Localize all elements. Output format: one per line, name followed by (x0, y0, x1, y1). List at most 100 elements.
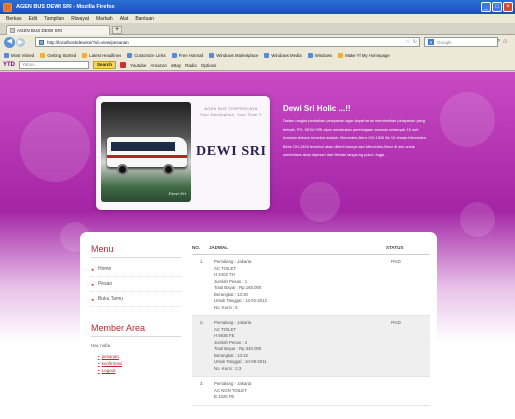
yahoo-search-button[interactable]: Search (93, 61, 117, 69)
bookmark-customize-links[interactable]: Customize Links (127, 52, 166, 58)
news-text: Dalam rangka perbaikan pelayanan agar da… (283, 118, 427, 157)
main-content: Menu ► Home ► Pesan ► Buku Tamu Member Area… (80, 232, 437, 419)
bookmark-windows-marketplace[interactable]: Windows Marketplace (209, 52, 258, 58)
toolbar-radio[interactable]: Radio (185, 63, 197, 68)
bookmark-icon (307, 52, 313, 58)
column-header-status: STATUS (386, 245, 404, 250)
url-text[interactable]: http://localhost/dewisri/?id=view/pesana… (47, 40, 129, 45)
menu-title: Menu (91, 244, 181, 258)
menu-bar: Berkas Edit Tampilan Riwayat Markah Alat… (0, 14, 515, 23)
sidebar-item-home[interactable]: ► Home (91, 262, 181, 277)
reload-icon[interactable]: ↻ (413, 39, 417, 45)
tab-label: AGEN BUS DEWI SRI (17, 28, 63, 33)
web-search-input[interactable]: g Google (424, 37, 498, 47)
sidebar-item-buku-tamu[interactable]: ► Buku Tamu (91, 292, 181, 307)
header-tagline: AGEN BUS TERPERCAYA Your Destination, Yo… (200, 107, 262, 117)
bookmark-make-homepage[interactable]: Make Yl My Homepage (338, 52, 390, 58)
member-link-logout[interactable]: • Logout (98, 367, 181, 374)
sidebar-menu: ► Home ► Pesan ► Buku Tamu (91, 262, 181, 307)
bookmark-most-visited[interactable]: Most Visited (4, 52, 34, 58)
minimize-icon[interactable]: _ (481, 2, 491, 12)
url-bar[interactable]: http://localhost/dewisri/?id=view/pesana… (35, 37, 420, 47)
bookmark-icon (127, 52, 133, 58)
menu-tampilan[interactable]: Tampilan (44, 16, 64, 22)
toolbar-options[interactable]: Options (201, 63, 217, 68)
yahoo-toolbar: YTD Yahoo Search Youtube Amazon eBay Rad… (0, 60, 515, 71)
menu-edit[interactable]: Edit (29, 16, 38, 22)
menu-bantuan[interactable]: Bantuan (135, 16, 154, 22)
member-greeting: Hai, nofia (91, 343, 111, 348)
table-row: 3. Pemalang - Jakarta AC NON TOILET B 16… (192, 377, 430, 406)
tab-bar: AGEN BUS DEWI SRI + (0, 23, 515, 35)
window-controls: _ □ × (481, 2, 513, 12)
menu-riwayat[interactable]: Riwayat (71, 16, 89, 22)
bookmarks-bar: Most Visited Getting Started Latest Head… (0, 50, 515, 60)
row-number: 2. (200, 320, 204, 325)
maximize-icon[interactable]: □ (492, 2, 502, 12)
toolbar-amazon[interactable]: Amazon (150, 63, 167, 68)
window-titlebar: AGEN BUS DEWI SRI - Mozilla Firefox _ □ … (0, 0, 515, 14)
sidebar-item-pesan[interactable]: ► Pesan (91, 277, 181, 292)
page-viewport: Dewi Sri AGEN BUS TERPERCAYA Your Destin… (0, 72, 515, 419)
row-schedule: Pemalang - Jakarta AC TOILET H 5935 FE J… (214, 320, 267, 371)
bookmark-windows-media[interactable]: Windows Media (264, 52, 302, 58)
bookmark-latest-headlines[interactable]: Latest Headlines (82, 52, 121, 58)
home-icon[interactable]: ⌂ (503, 38, 507, 45)
row-schedule: Pemalang - Jakarta AC TOILET H 2402 TH J… (214, 259, 267, 310)
sidebar: Menu ► Home ► Pesan ► Buku Tamu Member Area… (91, 244, 181, 374)
tab-agen-bus[interactable]: AGEN BUS DEWI SRI (6, 25, 110, 35)
new-tab-button[interactable]: + (112, 26, 122, 34)
arrow-right-icon: ► (91, 296, 95, 302)
menu-alat[interactable]: Alat (120, 16, 129, 22)
search-placeholder: Google (437, 39, 452, 45)
news-panel: Dewi Sri Holic ...!! Dalam rangka perbai… (283, 104, 433, 160)
yahoo-search-input[interactable]: Yahoo (19, 61, 89, 69)
table-row: 1. Pemalang - Jakarta AC TOILET H 2402 T… (192, 255, 430, 316)
row-number: 3. (200, 381, 204, 386)
row-number: 1. (200, 259, 204, 264)
column-header-no: NO. (192, 245, 201, 250)
news-title: Dewi Sri Holic ...!! (283, 104, 351, 113)
menu-markah[interactable]: Markah (96, 16, 113, 22)
bus-body (107, 137, 187, 167)
member-link-pesanan[interactable]: • pesanan (98, 353, 181, 360)
bookmark-icon (264, 52, 270, 58)
youtube-icon (120, 62, 127, 68)
bookmark-icon (4, 52, 9, 58)
page-favicon-icon (10, 28, 15, 33)
row-schedule: Pemalang - Jakarta AC NON TOILET B 1625 … (214, 381, 252, 399)
arrow-right-icon: ► (91, 281, 95, 287)
bookmark-getting-started[interactable]: Getting Started (40, 52, 76, 58)
brand-logo-text: DEWI SRI (196, 144, 267, 159)
bookmark-free-hotmail[interactable]: Free Hotmail (171, 52, 203, 58)
row-status: PAID (391, 259, 401, 264)
column-header-jadwal: JADWAL (209, 245, 228, 250)
firefox-icon (3, 2, 12, 12)
navigation-bar: ◀ ▶ http://localhost/dewisri/?id=view/pe… (0, 35, 515, 50)
bus-signature: Dewi Sri (168, 191, 186, 196)
close-icon[interactable]: × (503, 2, 513, 12)
toolbar-ebay[interactable]: eBay (171, 63, 181, 68)
bookmark-icon (209, 52, 215, 58)
bokeh-decor (300, 182, 340, 222)
row-status: PAID (391, 320, 401, 325)
toolbar-youtube[interactable]: Youtube (130, 63, 146, 68)
member-links: • pesanan • konfirmasi • Logout (91, 353, 181, 374)
back-arrow-icon[interactable]: ◀ (4, 37, 15, 48)
forward-arrow-icon[interactable]: ▶ (16, 38, 25, 47)
bus-image: Dewi Sri (101, 102, 191, 202)
bokeh-decor (440, 92, 495, 147)
table-row: 2. Pemalang - Jakarta AC TOILET H 5935 F… (192, 316, 430, 377)
bookmark-star-icon[interactable]: ☆ (405, 39, 409, 45)
row-status (386, 381, 430, 401)
arrow-right-icon: ► (91, 266, 95, 272)
menu-berkas[interactable]: Berkas (6, 16, 22, 22)
google-icon[interactable]: g (428, 39, 434, 45)
member-link-konfirmasi[interactable]: • konfirmasi (98, 360, 181, 367)
bookmark-windows[interactable]: Windows (307, 52, 332, 58)
rss-icon (82, 52, 88, 58)
header-banner: Dewi Sri AGEN BUS TERPERCAYA Your Destin… (96, 96, 270, 210)
search-icon[interactable]: ⌕ (497, 38, 500, 45)
order-table: NO. JADWAL STATUS 1. Pemalang - Jakarta … (192, 245, 430, 406)
member-area-title: Member Area (91, 323, 181, 337)
